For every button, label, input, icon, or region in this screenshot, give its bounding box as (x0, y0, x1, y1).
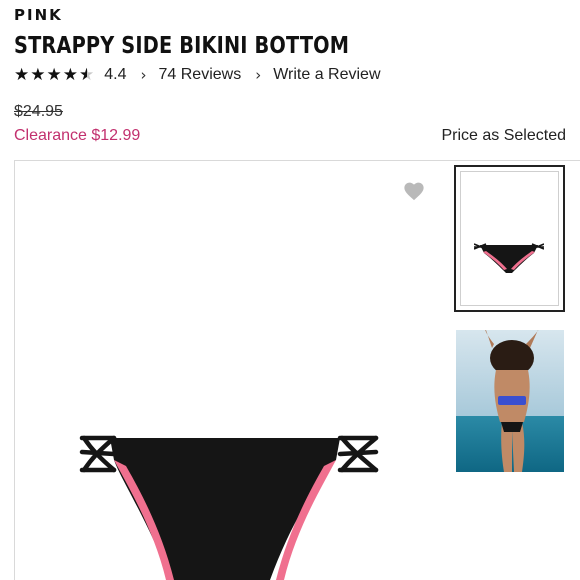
price-note: Price as Selected (441, 127, 566, 144)
write-review-link[interactable]: Write a Review (273, 66, 380, 84)
divider (14, 160, 580, 161)
star-icon: ★ (14, 64, 30, 85)
thumbnail-product[interactable] (454, 165, 565, 312)
bikini-thumbnail-image (474, 243, 544, 273)
heart-icon[interactable] (403, 180, 425, 202)
half-star-icon: ★ (79, 64, 95, 85)
chevron-right-icon: › (140, 66, 147, 84)
rating-row: ★ ★ ★ ★ ★ 4.4 › 74 Reviews › Write a Rev… (14, 64, 381, 86)
star-icon: ★ (46, 64, 62, 85)
model-photo (456, 330, 564, 472)
chevron-right-icon: › (255, 66, 262, 84)
brand-name: PINK (14, 6, 63, 24)
thumbnail-model[interactable] (456, 330, 564, 472)
star-icon: ★ (62, 64, 78, 85)
product-main-image[interactable] (70, 420, 390, 580)
original-price: $24.95 (14, 103, 63, 120)
clearance-price: Clearance $12.99 (14, 127, 141, 144)
gallery-border (14, 160, 15, 580)
reviews-link[interactable]: 74 Reviews (159, 66, 242, 84)
star-rating: ★ ★ ★ ★ ★ (14, 64, 95, 85)
rating-value: 4.4 (104, 66, 127, 83)
star-icon: ★ (30, 64, 46, 85)
product-title: STRAPPY SIDE BIKINI BOTTOM (14, 33, 350, 59)
